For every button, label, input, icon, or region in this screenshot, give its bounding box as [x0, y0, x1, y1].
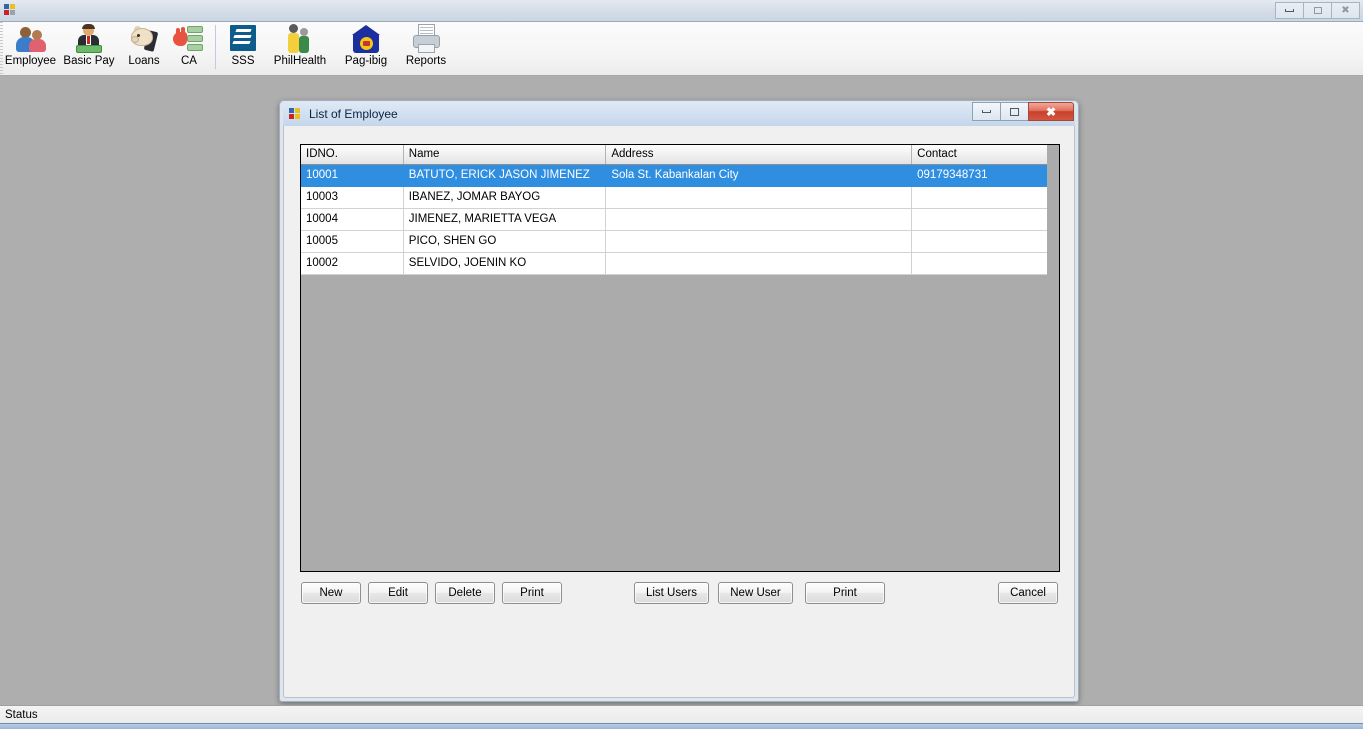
- grid-scrollbar-gutter[interactable]: [1047, 145, 1059, 571]
- table-row[interactable]: 10004 JIMENEZ, MARIETTA VEGA: [301, 208, 1059, 231]
- column-header-address[interactable]: Address: [605, 145, 913, 165]
- delete-button[interactable]: Delete: [435, 582, 495, 604]
- mdi-client-area: List of Employee ✖ IDNO. Name Address Co…: [0, 76, 1363, 705]
- cell-name[interactable]: PICO, SHEN GO: [403, 230, 607, 253]
- employee-table: IDNO. Name Address Contact 10001 BATUTO,…: [301, 145, 1059, 275]
- toolbar-label-reports: Reports: [405, 55, 447, 67]
- cell-address[interactable]: [605, 186, 913, 209]
- table-row[interactable]: 10002 SELVIDO, JOENIN KO: [301, 252, 1059, 275]
- main-close-button[interactable]: ✖: [1331, 2, 1360, 19]
- dialog-window-controls: ✖: [972, 102, 1074, 121]
- toolbar-label-philhealth: PhilHealth: [273, 55, 327, 67]
- column-header-idno[interactable]: IDNO.: [301, 145, 404, 165]
- table-row[interactable]: 10005 PICO, SHEN GO: [301, 230, 1059, 253]
- list-users-button[interactable]: List Users: [634, 582, 709, 604]
- cell-contact[interactable]: 09179348731: [911, 164, 1059, 187]
- cell-name[interactable]: SELVIDO, JOENIN KO: [403, 252, 607, 275]
- cell-idno[interactable]: 10005: [301, 230, 404, 253]
- dialog-title: List of Employee: [309, 107, 398, 121]
- toolbar-item-sss[interactable]: SSS: [221, 22, 265, 74]
- new-user-button[interactable]: New User: [718, 582, 793, 604]
- main-window-controls: ✖: [1275, 2, 1360, 19]
- cell-address[interactable]: Sola St. Kabankalan City: [605, 164, 913, 187]
- main-application-window: ✖ Employee Basic Pay Loans CA SSS PhilHe…: [0, 0, 1363, 729]
- column-header-name[interactable]: Name: [403, 145, 607, 165]
- toolbar-label-ca: CA: [181, 55, 197, 67]
- cell-contact[interactable]: [911, 230, 1059, 253]
- cash-advance-icon: [173, 24, 205, 54]
- table-header-row: IDNO. Name Address Contact: [301, 145, 1059, 165]
- cell-idno[interactable]: 10002: [301, 252, 404, 275]
- employee-icon: [15, 24, 47, 54]
- cancel-button[interactable]: Cancel: [998, 582, 1058, 604]
- toolbar-item-reports[interactable]: Reports: [397, 22, 455, 74]
- toolbar-label-pagibig: Pag-ibig: [344, 55, 388, 67]
- status-text: Status: [5, 708, 38, 721]
- basic-pay-icon: [73, 24, 105, 54]
- toolbar-item-philhealth[interactable]: PhilHealth: [265, 22, 335, 74]
- cell-contact[interactable]: [911, 186, 1059, 209]
- toolbar-item-loans[interactable]: Loans: [120, 22, 168, 74]
- cell-address[interactable]: [605, 230, 913, 253]
- main-title-bar: ✖: [0, 0, 1363, 22]
- cell-name[interactable]: JIMENEZ, MARIETTA VEGA: [403, 208, 607, 231]
- minimize-icon: [982, 110, 991, 113]
- taskbar[interactable]: [0, 723, 1363, 729]
- app-icon: [4, 3, 18, 18]
- grid-empty-area: [301, 296, 1047, 571]
- restore-icon: [1313, 7, 1322, 14]
- cell-address[interactable]: [605, 208, 913, 231]
- print-users-button[interactable]: Print: [805, 582, 885, 604]
- toolbar-item-pagibig[interactable]: Pag-ibig: [335, 22, 397, 74]
- form-icon: [289, 107, 302, 121]
- reports-icon: [410, 24, 442, 54]
- toolbar-label-loans: Loans: [128, 55, 160, 67]
- dialog-close-button[interactable]: ✖: [1028, 102, 1074, 121]
- cell-idno[interactable]: 10001: [301, 164, 404, 187]
- toolbar-label-basic-pay: Basic Pay: [63, 55, 115, 67]
- column-header-contact[interactable]: Contact: [911, 145, 1059, 165]
- dialog-minimize-button[interactable]: [972, 102, 1001, 121]
- list-of-employee-dialog: List of Employee ✖ IDNO. Name Address Co…: [279, 100, 1079, 702]
- cell-name[interactable]: IBANEZ, JOMAR BAYOG: [403, 186, 607, 209]
- employee-data-grid[interactable]: IDNO. Name Address Contact 10001 BATUTO,…: [300, 144, 1060, 572]
- toolbar-item-basic-pay[interactable]: Basic Pay: [58, 22, 120, 74]
- loans-icon: [128, 24, 160, 54]
- philhealth-icon: [284, 24, 316, 54]
- status-bar: Status: [0, 705, 1363, 723]
- minimize-icon: [1285, 9, 1294, 12]
- dialog-restore-button[interactable]: [1000, 102, 1029, 121]
- main-minimize-button[interactable]: [1275, 2, 1304, 19]
- table-row[interactable]: 10001 BATUTO, ERICK JASON JIMENEZ Sola S…: [301, 164, 1059, 187]
- toolbar-label-sss: SSS: [231, 55, 255, 67]
- edit-button[interactable]: Edit: [368, 582, 428, 604]
- table-row[interactable]: 10003 IBANEZ, JOMAR BAYOG: [301, 186, 1059, 209]
- dialog-button-bar: New Edit Delete Print List Users New Use…: [284, 582, 1076, 622]
- cell-name[interactable]: BATUTO, ERICK JASON JIMENEZ: [403, 164, 607, 187]
- main-toolbar: Employee Basic Pay Loans CA SSS PhilHeal…: [0, 22, 1363, 76]
- new-button[interactable]: New: [301, 582, 361, 604]
- pagibig-icon: [350, 24, 382, 54]
- toolbar-item-ca[interactable]: CA: [168, 22, 210, 74]
- cell-address[interactable]: [605, 252, 913, 275]
- toolbar-label-employee: Employee: [4, 55, 57, 67]
- cell-contact[interactable]: [911, 252, 1059, 275]
- toolbar-separator: [215, 25, 216, 69]
- restore-icon: [1010, 107, 1019, 116]
- main-restore-button[interactable]: [1303, 2, 1332, 19]
- toolbar-item-employee[interactable]: Employee: [3, 22, 58, 74]
- cell-contact[interactable]: [911, 208, 1059, 231]
- dialog-title-bar[interactable]: List of Employee ✖: [283, 102, 1075, 126]
- cell-idno[interactable]: 10003: [301, 186, 404, 209]
- sss-icon: [227, 24, 259, 54]
- cell-idno[interactable]: 10004: [301, 208, 404, 231]
- print-button[interactable]: Print: [502, 582, 562, 604]
- dialog-body: IDNO. Name Address Contact 10001 BATUTO,…: [283, 126, 1075, 698]
